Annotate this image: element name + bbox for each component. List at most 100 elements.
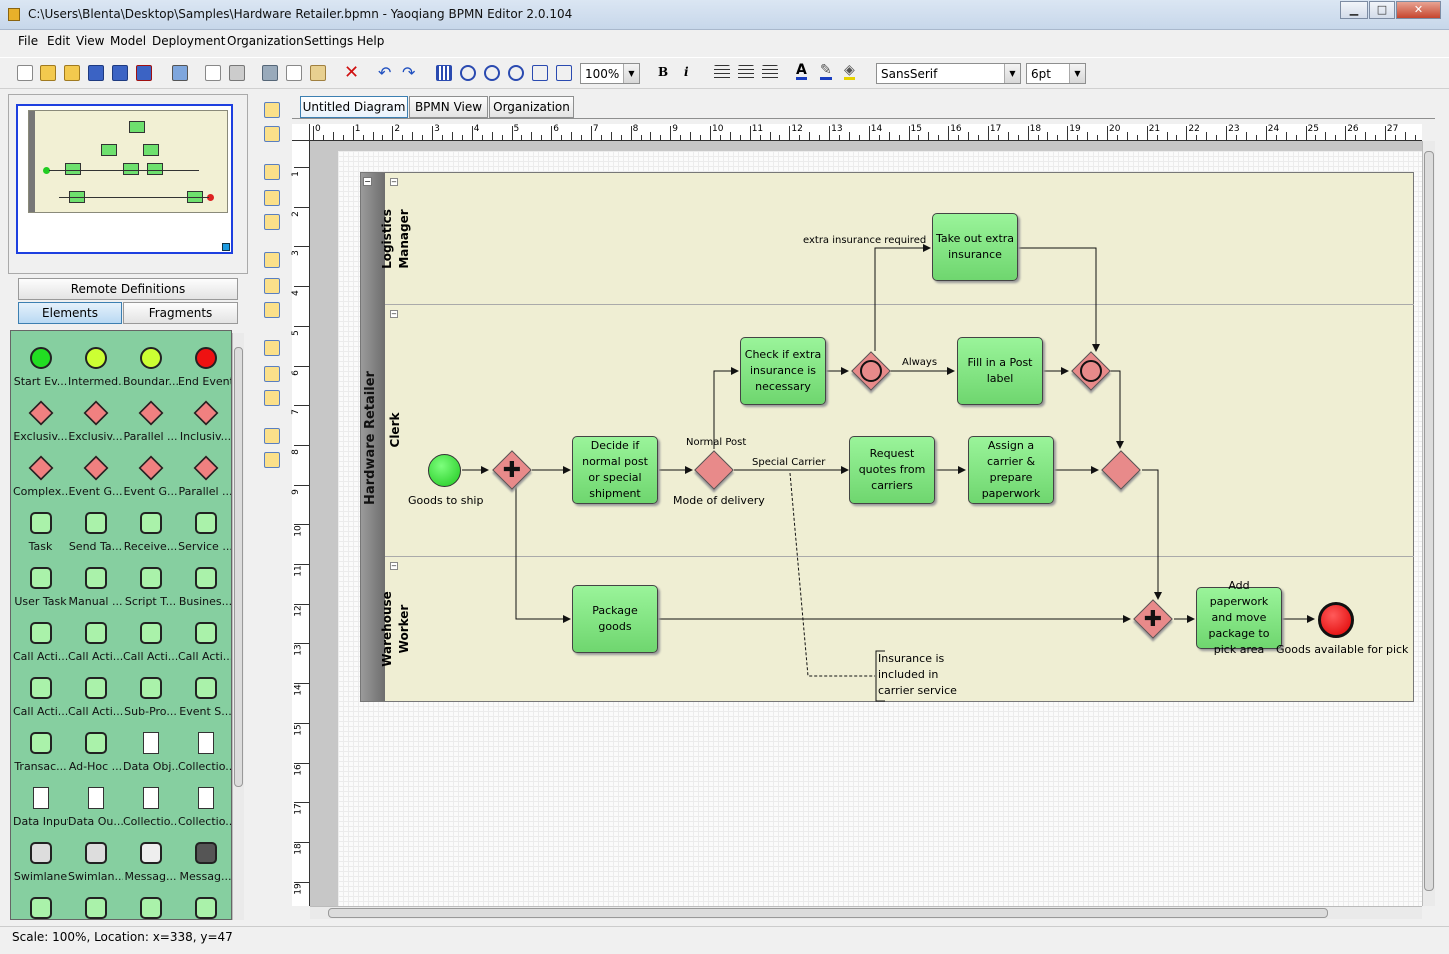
italic-button[interactable]: i bbox=[684, 65, 689, 79]
palette-item[interactable]: Data Input bbox=[13, 777, 68, 832]
palette-item[interactable] bbox=[178, 887, 231, 919]
palette-item[interactable]: Collectio... bbox=[123, 777, 178, 832]
tab-elements[interactable]: Elements bbox=[18, 302, 122, 324]
palette-item[interactable]: Data Obj... bbox=[123, 722, 178, 777]
palette-item[interactable]: Intermed... bbox=[68, 337, 123, 392]
palette-item[interactable]: Event G... bbox=[68, 447, 123, 502]
align-middle-icon[interactable] bbox=[264, 190, 280, 206]
save-image-icon[interactable] bbox=[136, 65, 152, 81]
task-assign-carrier[interactable]: Assign a carrier & prepare paperwork bbox=[968, 436, 1054, 504]
tree-layout-icon[interactable] bbox=[264, 102, 280, 118]
palette-item[interactable]: Inclusiv... bbox=[178, 392, 231, 447]
palette-item[interactable]: Call Acti... bbox=[68, 612, 123, 667]
task-add-paperwork[interactable]: Add paperwork and move package to pick a… bbox=[1196, 579, 1282, 656]
palette-item[interactable]: Call Acti... bbox=[123, 612, 178, 667]
maximize-button[interactable]: □ bbox=[1369, 1, 1395, 19]
palette-item[interactable]: User Task bbox=[13, 557, 68, 612]
open-recent-icon[interactable] bbox=[64, 65, 80, 81]
palette-item[interactable]: Parallel ... bbox=[123, 392, 178, 447]
align-bottom-icon[interactable] bbox=[264, 214, 280, 230]
font-family-select[interactable]: SansSerif ▼ bbox=[876, 63, 1021, 84]
palette-item[interactable]: Exclusiv... bbox=[68, 392, 123, 447]
palette-item[interactable]: Send Ta... bbox=[68, 502, 123, 557]
menu-help[interactable]: Help bbox=[357, 34, 384, 48]
tab-fragments[interactable]: Fragments bbox=[123, 302, 238, 324]
fit-page-icon[interactable] bbox=[532, 65, 548, 81]
copy-icon[interactable] bbox=[286, 65, 302, 81]
palette-item[interactable]: Script T... bbox=[123, 557, 178, 612]
zoom-select[interactable]: 100% ▼ bbox=[580, 63, 640, 84]
task-package-goods[interactable]: Package goods bbox=[572, 585, 658, 653]
palette-item[interactable]: Data Ou... bbox=[68, 777, 123, 832]
menu-settings[interactable]: Settings bbox=[304, 34, 353, 48]
delete-icon[interactable]: ✕ bbox=[344, 62, 359, 83]
palette-item[interactable]: End Event bbox=[178, 337, 231, 392]
distribute-vertical-icon[interactable] bbox=[264, 366, 280, 382]
palette-scrollbar[interactable] bbox=[232, 333, 244, 920]
palette-item[interactable]: Call Acti... bbox=[68, 667, 123, 722]
palette-item[interactable]: Ad-Hoc ... bbox=[68, 722, 123, 777]
palette-item[interactable]: Call Acti... bbox=[13, 667, 68, 722]
organic-layout-icon[interactable] bbox=[264, 428, 280, 444]
align-right-icon[interactable] bbox=[762, 65, 778, 81]
task-request-quotes[interactable]: Request quotes from carriers bbox=[849, 436, 935, 504]
palette-item[interactable] bbox=[123, 887, 178, 919]
remote-definitions-button[interactable]: Remote Definitions bbox=[18, 278, 238, 300]
diagram-overview[interactable] bbox=[16, 104, 233, 254]
palette-item[interactable]: Complex... bbox=[13, 447, 68, 502]
font-color-icon[interactable]: A bbox=[796, 63, 807, 80]
start-event[interactable] bbox=[428, 454, 461, 487]
palette-item[interactable] bbox=[13, 887, 68, 919]
palette-item[interactable]: Sub-Pro... bbox=[123, 667, 178, 722]
palette-item[interactable]: Swimlan... bbox=[68, 832, 123, 887]
line-color-icon[interactable]: ✎ bbox=[820, 63, 832, 80]
stack-layout-icon[interactable] bbox=[264, 452, 280, 468]
text-annotation[interactable]: Insurance is included in carrier service bbox=[878, 651, 970, 699]
task-check-insurance[interactable]: Check if extra insurance is necessary bbox=[740, 337, 826, 405]
task-fill-post-label[interactable]: Fill in a Post label bbox=[957, 337, 1043, 405]
align-top-icon[interactable] bbox=[264, 164, 280, 180]
bold-button[interactable]: B bbox=[658, 65, 668, 79]
save-as-icon[interactable] bbox=[112, 65, 128, 81]
print-preview-icon[interactable] bbox=[205, 65, 221, 81]
font-size-select[interactable]: 6pt ▼ bbox=[1026, 63, 1086, 84]
palette-item[interactable]: Exclusiv... bbox=[13, 392, 68, 447]
print-icon[interactable] bbox=[229, 65, 245, 81]
horizontal-scrollbar[interactable] bbox=[310, 906, 1422, 919]
palette-item[interactable]: Call Acti... bbox=[13, 612, 68, 667]
align-left-icon[interactable] bbox=[714, 65, 730, 81]
palette-item[interactable]: Messag... bbox=[178, 832, 231, 887]
align-left-tool-icon[interactable] bbox=[264, 252, 280, 268]
zoom-in-icon[interactable] bbox=[484, 65, 500, 81]
select-icon[interactable] bbox=[264, 390, 280, 406]
tab-organization[interactable]: Organization bbox=[489, 96, 574, 118]
minimize-button[interactable]: ▁ bbox=[1340, 1, 1368, 19]
palette-item[interactable]: Messag... bbox=[123, 832, 178, 887]
distribute-horizontal-icon[interactable] bbox=[264, 340, 280, 356]
align-right-tool-icon[interactable] bbox=[264, 302, 280, 318]
align-center-icon[interactable] bbox=[738, 65, 754, 81]
task-take-insurance[interactable]: Take out extra insurance bbox=[932, 213, 1018, 281]
zoom-actual-icon[interactable] bbox=[460, 65, 476, 81]
menu-edit[interactable]: Edit bbox=[47, 34, 70, 48]
new-icon[interactable] bbox=[17, 65, 33, 81]
end-event[interactable] bbox=[1318, 602, 1354, 638]
zoom-out-icon[interactable] bbox=[508, 65, 524, 81]
palette-item[interactable]: Manual ... bbox=[68, 557, 123, 612]
redo-icon[interactable]: ↷ bbox=[402, 63, 415, 82]
tab-untitled-diagram[interactable]: Untitled Diagram bbox=[300, 96, 408, 118]
tab-bpmn-view[interactable]: BPMN View bbox=[409, 96, 488, 118]
menu-view[interactable]: View bbox=[76, 34, 104, 48]
fill-color-icon[interactable]: ◈ bbox=[844, 63, 855, 80]
palette-item[interactable]: Parallel ... bbox=[178, 447, 231, 502]
align-center-tool-icon[interactable] bbox=[264, 278, 280, 294]
menu-organization[interactable]: Organization bbox=[227, 34, 304, 48]
fit-width-icon[interactable] bbox=[556, 65, 572, 81]
open-icon[interactable] bbox=[40, 65, 56, 81]
palette-item[interactable]: Service ... bbox=[178, 502, 231, 557]
grid-icon[interactable] bbox=[436, 65, 452, 81]
palette-item[interactable]: Task bbox=[13, 502, 68, 557]
palette-item[interactable]: Collectio... bbox=[178, 722, 231, 777]
palette-item[interactable]: Swimlane bbox=[13, 832, 68, 887]
undo-icon[interactable]: ↶ bbox=[378, 63, 391, 82]
